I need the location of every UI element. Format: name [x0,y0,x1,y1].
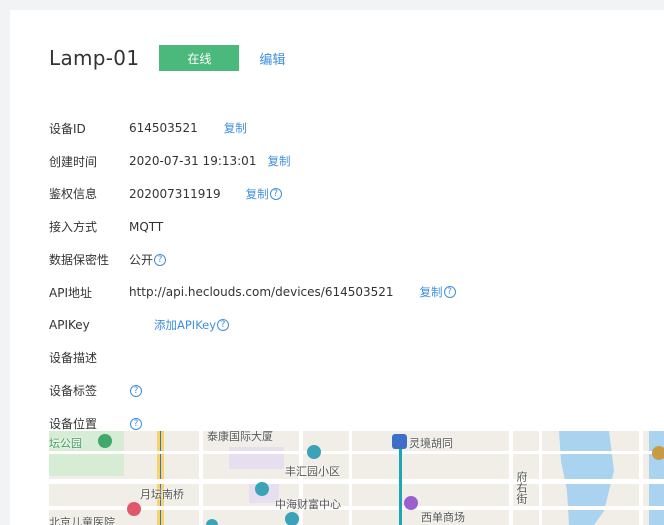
tags-help-icon[interactable]: ? [130,384,142,397]
row-tags: 设备标签 ? [49,374,456,407]
map-background [49,431,664,525]
row-api-address: API地址 http://api.heclouds.com/devices/61… [49,276,456,309]
location-help-icon[interactable]: ? [130,417,142,430]
row-protocol: 接入方式 MQTT [49,210,456,243]
auth-info-label: 鉴权信息 [49,187,98,202]
edit-link[interactable]: 编辑 [259,49,285,68]
status-badge: 在线 [159,45,240,71]
row-auth-info: 鉴权信息 202007311919 复制 ? [49,178,456,211]
location-label: 设备位置 [49,417,98,432]
row-device-id: 设备ID 614503521 复制 [49,112,456,145]
copy-created-at-link[interactable]: 复制 [267,153,290,169]
map-label-mall: 西单商场 [421,511,465,524]
map-label-street: 府右街 [515,471,528,504]
row-description: 设备描述 [49,342,456,375]
protocol-label: 接入方式 [49,220,98,235]
privacy-help-icon[interactable]: ? [154,253,167,266]
device-detail-panel: Lamp-01 在线 编辑 设备ID 614503521 复制 创建时间 202… [10,10,664,525]
device-name: Lamp-01 [49,46,140,70]
api-address-help-icon[interactable]: ? [443,286,456,299]
device-id-label: 设备ID [49,121,86,136]
description-label: 设备描述 [49,351,98,366]
copy-device-id-link[interactable]: 复制 [224,120,247,136]
map-label-hospital: 北京儿童医院 [49,516,115,525]
row-api-key: APIKey 添加APIKey ? [49,309,456,342]
device-info-list: 设备ID 614503521 复制 创建时间 2020-07-31 19:13:… [49,112,456,440]
map-label-station: 灵境胡同 [409,437,453,450]
copy-auth-info-link[interactable]: 复制 [246,186,269,202]
add-api-key-link[interactable]: 添加APIKey [154,317,216,333]
api-key-label: APIKey [49,318,90,333]
map-label-finance: 中海财富中心 [275,498,341,511]
api-key-help-icon[interactable]: ? [217,319,230,332]
created-at-label: 创建时间 [49,154,98,169]
auth-info-help-icon[interactable]: ? [269,187,282,200]
row-privacy: 数据保密性 公开 ? [49,243,456,276]
map-label-building: 泰康国际大厦 [207,431,273,443]
tags-label: 设备标签 [49,384,98,399]
map-label-bridge: 月坛南桥 [140,488,184,501]
device-header: Lamp-01 在线 编辑 [49,44,285,72]
created-at-value: 2020-07-31 19:13:01 [129,154,257,169]
protocol-value: MQTT [129,219,164,234]
api-address-value: http://api.heclouds.com/devices/61450352… [129,285,394,300]
device-location-map[interactable]: 坛公园 泰康国际大厦 灵境胡同 丰汇园小区 月坛南桥 中海财富中心 北京儿童医院… [49,431,664,525]
row-created-at: 创建时间 2020-07-31 19:13:01 复制 [49,145,456,178]
map-label-park: 坛公园 [49,437,82,450]
device-id-value: 614503521 [129,121,198,136]
auth-info-value: 202007311919 [129,186,221,201]
privacy-label: 数据保密性 [49,253,110,268]
privacy-value: 公开 [129,253,154,268]
copy-api-address-link[interactable]: 复制 [420,284,443,300]
map-label-community: 丰汇园小区 [285,465,340,478]
api-address-label: API地址 [49,285,92,300]
